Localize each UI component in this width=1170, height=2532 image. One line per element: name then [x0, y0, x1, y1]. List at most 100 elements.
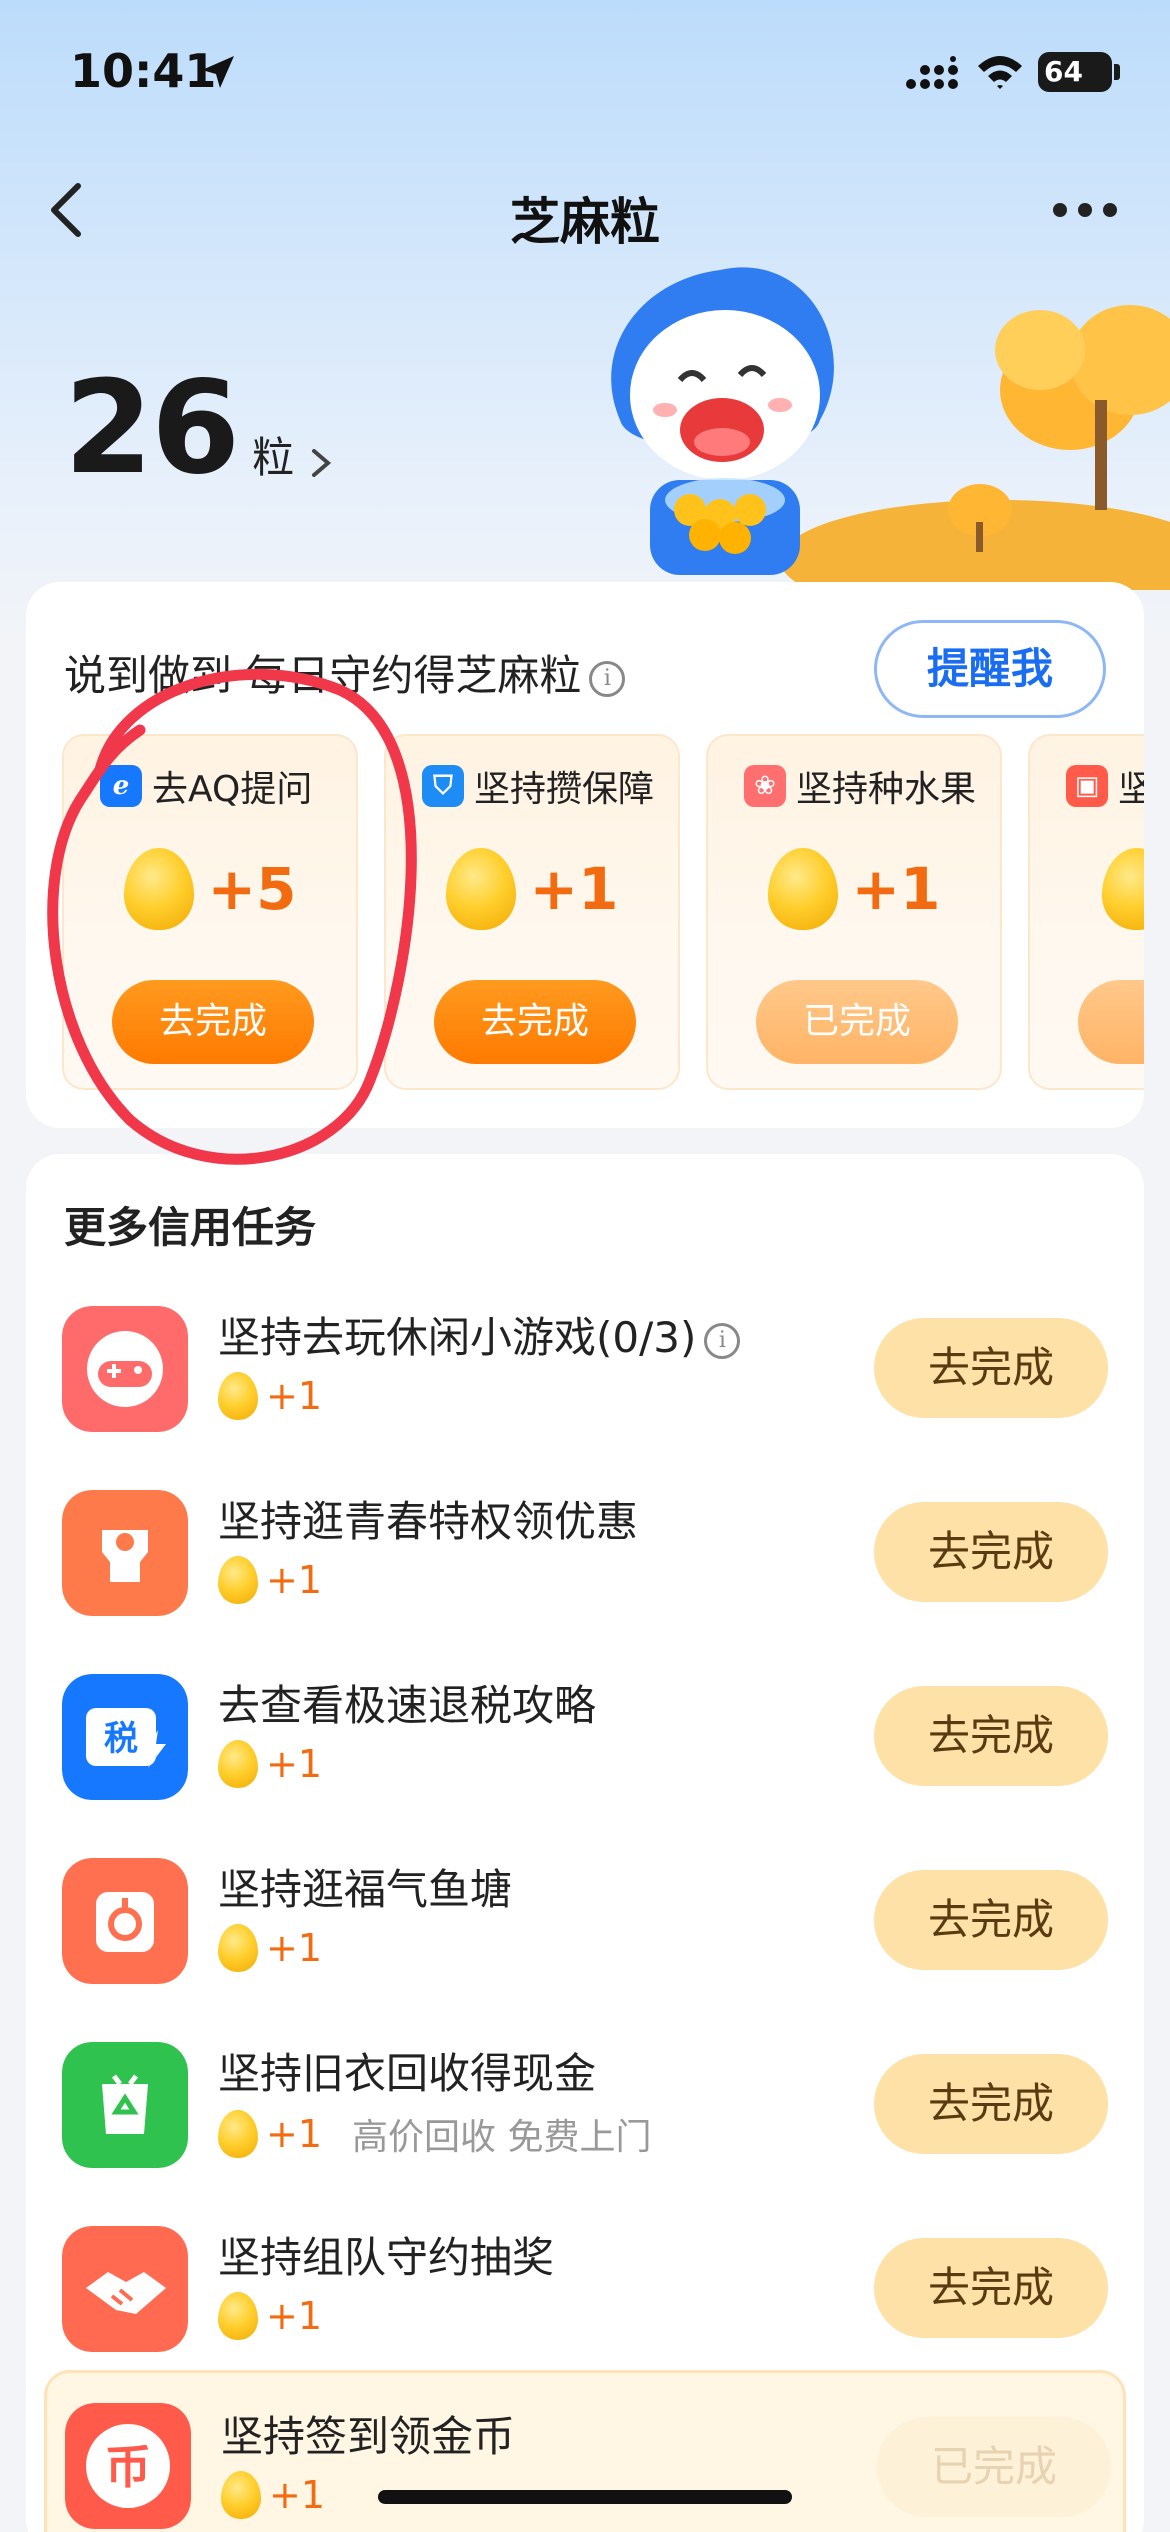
tax-icon: 税	[62, 1674, 188, 1800]
sesame-egg-icon	[218, 1924, 258, 1972]
cellular-signal-icon	[906, 56, 958, 89]
sesame-egg-icon	[123, 848, 194, 930]
daily-task-carousel[interactable]: ℯ 去AQ提问 +5 去完成 ⛉ 坚持攒保障 +1 去完成 ❀ 坚持种水果 +1…	[62, 734, 1144, 1090]
list-item: 税 去查看极速退税攻略 +1 去完成	[26, 1646, 1144, 1830]
task-header: ▣ 坚	[1066, 760, 1144, 812]
navigation-bar: 芝麻粒	[0, 160, 1170, 260]
gamepad-icon	[62, 1306, 188, 1432]
sesame-egg-icon	[218, 2292, 258, 2340]
sesame-egg-icon	[445, 848, 516, 930]
reward-value: +1	[269, 2473, 326, 2517]
reward-value: +1	[266, 1926, 323, 1970]
sesame-egg-icon	[218, 1372, 258, 1420]
reward-value: +1	[266, 1374, 323, 1418]
battery-indicator: 64	[1038, 52, 1112, 92]
list-item: 坚持逛青春特权领优惠 +1 去完成	[26, 1462, 1144, 1646]
tax-icon-text: 税	[104, 1719, 138, 1759]
completed-button[interactable]: 已完成	[877, 2417, 1111, 2517]
daily-task-card: ▣ 坚 已	[1028, 734, 1144, 1090]
daily-task-card: ⛉ 坚持攒保障 +1 去完成	[384, 734, 680, 1090]
go-complete-button[interactable]: 去完成	[874, 2054, 1108, 2154]
chevron-right-icon	[312, 449, 332, 477]
go-complete-button[interactable]: 去完成	[112, 980, 314, 1064]
task-header: ℯ 去AQ提问	[100, 760, 312, 812]
daily-tasks-card: 说到做到 每日守约得芝麻粒 i 提醒我 ℯ 去AQ提问 +5 去完成 ⛉ 坚持攒保…	[26, 582, 1144, 1128]
task-name: 坚持种水果	[796, 769, 977, 810]
reward-value: +1	[266, 2294, 323, 2338]
status-bar: 10:41 64	[0, 0, 1170, 150]
sesame-egg-icon	[218, 1740, 258, 1788]
list-item: 坚持逛福气鱼塘 +1 去完成	[26, 1830, 1144, 2014]
task-title: 坚持签到领金币	[221, 2412, 516, 2461]
info-icon[interactable]: i	[704, 1322, 741, 1359]
sesame-egg-icon	[218, 2110, 258, 2158]
go-complete-button[interactable]: 去完成	[434, 980, 636, 1064]
info-icon[interactable]: i	[589, 660, 626, 697]
remind-me-button[interactable]: 提醒我	[874, 620, 1106, 718]
task-title: 坚持逛福气鱼塘	[218, 1865, 513, 1914]
task-title: 坚持去玩休闲小游戏(0/3) i	[218, 1304, 741, 1365]
task-header: ⛉ 坚持攒保障	[422, 760, 654, 812]
go-complete-button[interactable]: 去完成	[874, 1870, 1108, 1970]
more-options-icon[interactable]	[1050, 200, 1120, 220]
reward-value: +5	[207, 855, 297, 923]
task-title: 坚持旧衣回收得现金	[218, 2049, 597, 2098]
task-reward: +1	[218, 1740, 322, 1788]
home-indicator	[378, 2490, 792, 2504]
coin-icon-text: 币	[105, 2440, 151, 2494]
reward-value: +1	[529, 855, 619, 923]
go-complete-button[interactable]: 去完成	[874, 1318, 1108, 1418]
task-header: ❀ 坚持种水果	[744, 760, 976, 812]
daily-tasks-title-text: 说到做到 每日守约得芝麻粒	[64, 651, 582, 700]
task-title: 去查看极速退税攻略	[218, 1681, 597, 1730]
fish-bag-icon	[62, 1858, 188, 1984]
go-complete-button[interactable]: 去完成	[874, 1686, 1108, 1786]
task-title-text: 坚持去玩休闲小游戏(0/3)	[218, 1313, 697, 1362]
gift-icon: ▣	[1066, 765, 1108, 807]
task-reward: +1	[218, 2292, 322, 2340]
shield-icon: ⛉	[422, 765, 464, 807]
completed-button[interactable]: 已	[1078, 980, 1144, 1064]
sesame-egg-icon	[767, 848, 838, 930]
sesame-egg-icon	[1102, 848, 1144, 930]
more-tasks-title: 更多信用任务	[64, 1203, 317, 1252]
task-reward: +1 高价回收 免费上门	[218, 2108, 651, 2160]
battery-cap	[1114, 64, 1120, 80]
chat-icon: ℯ	[100, 765, 142, 807]
daily-tasks-title: 说到做到 每日守约得芝麻粒 i	[64, 642, 626, 703]
task-name: 坚持攒保障	[474, 769, 655, 810]
coin-icon: 币	[65, 2403, 191, 2529]
go-complete-button[interactable]: 去完成	[874, 2238, 1108, 2338]
status-time: 10:41	[70, 44, 217, 98]
list-item: 坚持去玩休闲小游戏(0/3) i +1 去完成	[26, 1278, 1144, 1462]
task-title: 坚持组队守约抽奖	[218, 2233, 555, 2282]
task-title: 坚持逛青春特权领优惠	[218, 1497, 639, 1546]
task-subtitle: 高价回收 免费上门	[352, 2117, 652, 2158]
list-item: 坚持旧衣回收得现金 +1 高价回收 免费上门 去完成	[26, 2014, 1144, 2198]
recycle-icon	[62, 2042, 188, 2168]
points-summary[interactable]: 26 粒	[64, 365, 336, 493]
handshake-icon	[62, 2226, 188, 2352]
fruit-icon: ❀	[744, 765, 786, 807]
task-reward: +1	[708, 848, 1000, 930]
task-reward: +1	[218, 1924, 322, 1972]
reward-value: +1	[266, 2112, 323, 2156]
daily-task-card: ℯ 去AQ提问 +5 去完成	[62, 734, 358, 1090]
task-reward	[1030, 848, 1144, 930]
task-name: 去AQ提问	[152, 769, 313, 810]
sesame-egg-icon	[221, 2471, 261, 2519]
points-value: 26	[64, 354, 240, 503]
task-reward: +1	[218, 1556, 322, 1604]
task-reward: +5	[64, 848, 356, 930]
reward-value: +1	[266, 1742, 323, 1786]
reward-value: +1	[266, 1558, 323, 1602]
completed-button[interactable]: 已完成	[756, 980, 958, 1064]
reward-value: +1	[851, 855, 941, 923]
task-name: 坚	[1118, 769, 1144, 810]
go-complete-button[interactable]: 去完成	[874, 1502, 1108, 1602]
location-arrow-icon	[202, 56, 234, 88]
more-tasks-card: 更多信用任务 坚持去玩休闲小游戏(0/3) i +1 去完成 坚持逛青春特权领优惠…	[26, 1154, 1144, 2532]
page-title: 芝麻粒	[510, 193, 660, 251]
mascot-illustration	[611, 267, 1170, 590]
wifi-icon	[978, 56, 1022, 89]
